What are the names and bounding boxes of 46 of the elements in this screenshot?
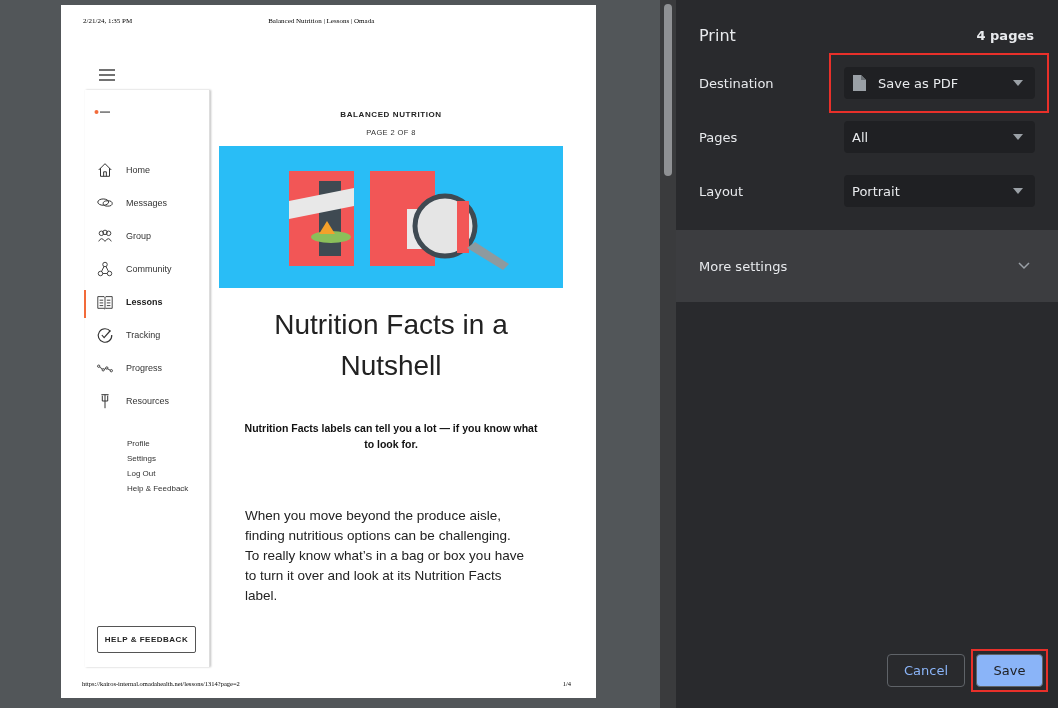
setting-dropdown[interactable]: Portrait <box>844 175 1035 207</box>
nav-label: Tracking <box>126 329 161 340</box>
nav-item[interactable]: Lessons <box>85 285 209 318</box>
save-button[interactable]: Save <box>976 654 1043 687</box>
nav-item[interactable]: Home <box>85 153 209 186</box>
nav-icon <box>96 160 114 179</box>
nav-item[interactable]: Progress <box>85 351 209 384</box>
cancel-button[interactable]: Cancel <box>886 654 965 687</box>
document-icon <box>852 75 866 91</box>
setting-dropdown[interactable]: All <box>844 121 1035 153</box>
page-count: 4 pages <box>976 27 1034 43</box>
account-link[interactable]: Log Out <box>127 469 209 478</box>
nav-item[interactable]: Resources <box>85 384 209 417</box>
lesson-paragraph: When you move beyond the produce aisle, finding nutritious options can be challenging. To really know what’s in a bag or box you have to turn it over and look at its Nutrition Facts label. <box>245 507 525 605</box>
lesson-category: BALANCED NUTRITION <box>340 110 442 119</box>
account-link[interactable]: Profile <box>127 439 209 448</box>
help-feedback-button[interactable]: HELP & FEEDBACK <box>97 626 196 653</box>
scrollbar-thumb[interactable] <box>664 4 672 176</box>
lesson-subtitle: Nutrition Facts labels can tell you a lot — if you know what to look for. <box>243 421 539 452</box>
account-link[interactable]: Settings <box>127 454 209 463</box>
nav-label: Group <box>126 230 151 241</box>
caret-icon <box>1013 134 1023 140</box>
nav-label: Community <box>126 263 172 274</box>
nav-icon <box>96 325 114 344</box>
nav-item[interactable]: Messages <box>85 186 209 219</box>
menu-icon[interactable] <box>99 69 115 81</box>
caret-icon <box>1013 188 1023 194</box>
nav-label: Lessons <box>126 296 163 307</box>
logo-icon <box>94 109 110 115</box>
account-link[interactable]: Help & Feedback <box>127 484 209 493</box>
setting-label: Pages <box>699 129 739 145</box>
nav-label: Progress <box>126 362 162 373</box>
nav-label: Home <box>126 164 150 175</box>
nav-label: Messages <box>126 197 168 208</box>
nav-item[interactable]: Group <box>85 219 209 252</box>
nav-icon <box>96 259 114 278</box>
nav-item[interactable]: Tracking <box>85 318 209 351</box>
panel-title: Print <box>699 25 736 45</box>
lesson-title: Nutrition Facts in a Nutshell <box>273 308 509 383</box>
nav-item[interactable]: Community <box>85 252 209 285</box>
more-settings-toggle[interactable]: More settings <box>676 230 1058 302</box>
nav-label: Resources <box>126 395 170 406</box>
setting-dropdown[interactable]: Save as PDF <box>844 67 1035 99</box>
setting-label: Destination <box>699 75 775 91</box>
setting-label: Layout <box>699 183 745 199</box>
caret-icon <box>1013 80 1023 86</box>
